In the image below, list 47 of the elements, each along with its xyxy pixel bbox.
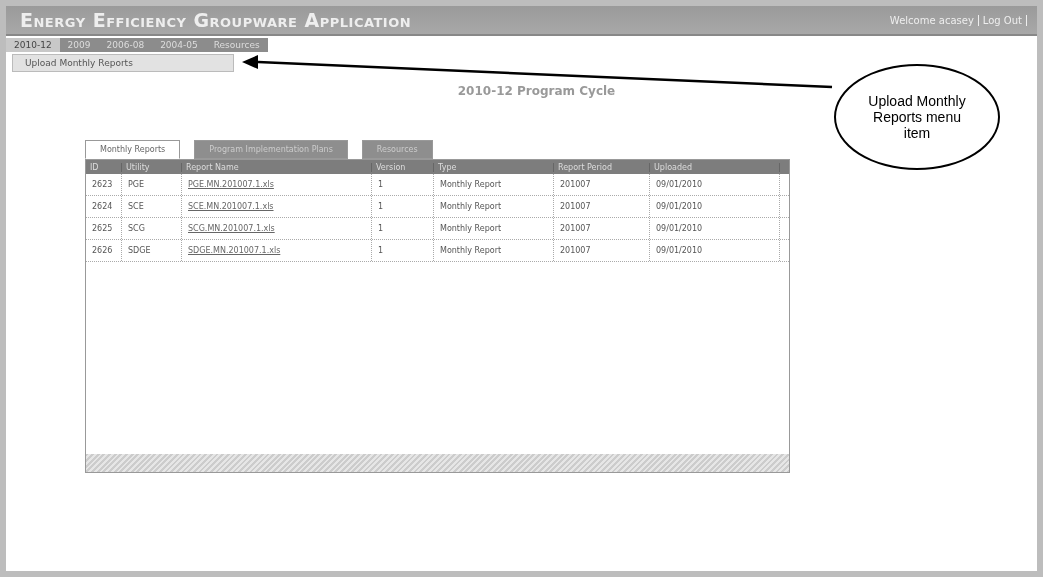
table-cell: 09/01/2010 — [656, 202, 703, 211]
table-cell: SDGE — [128, 246, 151, 255]
table-cell: 09/01/2010 — [656, 224, 703, 233]
table-cell: 201007 — [560, 224, 591, 233]
column-header[interactable]: Report Period — [554, 162, 650, 172]
table-cell: PGE — [128, 180, 145, 189]
nav-tab[interactable]: 2010-12 — [6, 38, 60, 52]
nav-tab[interactable]: 2006-08 — [98, 38, 153, 52]
app-title: Energy Efficiency Groupware Application — [20, 9, 412, 31]
table-cell: 2624 — [92, 202, 113, 211]
table-cell: Monthly Report — [440, 180, 502, 189]
table-cell: Monthly Report — [440, 246, 502, 255]
table-cell: 201007 — [560, 246, 591, 255]
report-link[interactable]: SCG.MN.201007.1.xls — [188, 224, 275, 233]
nav-tab[interactable]: 2009 — [59, 38, 99, 52]
table-cell: 1 — [378, 246, 384, 255]
column-header[interactable]: Uploaded — [650, 162, 780, 172]
table-cell: Monthly Report — [440, 224, 502, 233]
table-cell: 1 — [378, 202, 384, 211]
table-cell: 201007 — [560, 180, 591, 189]
table-cell: 1 — [378, 180, 384, 189]
report-link[interactable]: PGE.MN.201007.1.xls — [188, 180, 274, 189]
table-cell: Monthly Report — [440, 202, 502, 211]
column-header[interactable]: Version — [372, 162, 434, 172]
callout-bubble: Upload Monthly Reports menu item — [834, 64, 1000, 170]
column-header[interactable]: Type — [434, 162, 554, 172]
table-cell: SCE — [128, 202, 144, 211]
nav-tab[interactable]: 2004-05 — [152, 38, 206, 52]
table-cell: 201007 — [560, 202, 591, 211]
report-link[interactable]: SDGE.MN.201007.1.xls — [188, 246, 281, 255]
table-cell: 2623 — [92, 180, 113, 189]
column-header[interactable]: Report Name — [182, 162, 372, 172]
nav-tab[interactable]: Resources — [205, 38, 268, 52]
panel-tab[interactable]: Monthly Reports — [85, 140, 181, 159]
column-header[interactable]: ID — [86, 162, 122, 172]
report-link[interactable]: SCE.MN.201007.1.xls — [188, 202, 274, 211]
table-cell: SCG — [128, 224, 145, 233]
logout-link[interactable]: Log Out — [977, 14, 1027, 26]
table-cell: 1 — [378, 224, 384, 233]
table-cell: 09/01/2010 — [656, 246, 703, 255]
submenu-item[interactable]: Upload Monthly Reports — [12, 54, 234, 72]
column-header[interactable]: Utility — [122, 162, 182, 172]
table-cell: 2626 — [92, 246, 113, 255]
table-cell: 09/01/2010 — [656, 180, 703, 189]
page-heading: 2010-12 Program Cycle — [456, 84, 617, 98]
table-cell: 2625 — [92, 224, 113, 233]
welcome-text: Welcome acasey — [889, 14, 974, 26]
